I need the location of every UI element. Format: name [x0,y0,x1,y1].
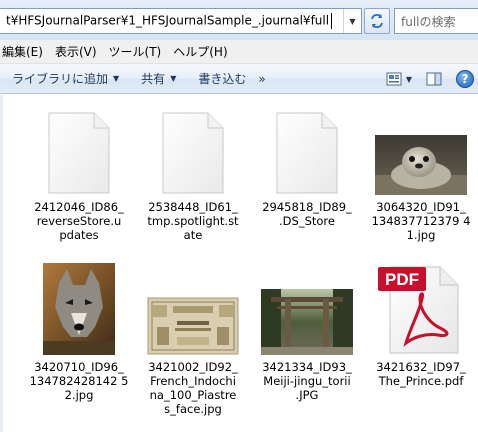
chevron-down-icon: ▼ [349,16,356,26]
burn-button[interactable]: 書き込む [198,70,246,87]
share-label: 共有 [141,72,166,86]
file-name: 3421632_ID97_ The_Prince.pdf [368,360,474,388]
file-grid: 2412046_ID86_ reverseStore.u pdates 2538… [22,105,478,432]
file-name-line: 2945818_ID89_ [262,200,352,214]
address-toolbar: t¥HFSJournalParser¥1_HFSJournalSample_.j… [0,0,478,40]
file-item[interactable]: 3421334_ID93_ Meiji-jingu_torii .JPG [250,265,364,432]
view-icon [386,72,402,86]
file-name-line: .JPG [295,388,319,402]
file-name: 3064320_ID91_ 134837712379 4 1.jpg [368,200,474,242]
file-name-line: 134782428142 5 [29,374,129,388]
file-item[interactable]: 2538448_ID61_ tmp.spotlight.st ate [136,105,250,265]
wolf-photo-thumbnail [43,263,115,355]
chevron-down-icon: ▼ [405,74,412,84]
more-commands-button[interactable]: » [258,72,265,86]
menu-help[interactable]: ヘルプ(H) [171,43,235,60]
svg-text:PDF: PDF [385,270,419,289]
add-to-library-label: ライブラリに追加 [12,72,109,86]
file-name-line: The_Prince.pdf [378,374,464,388]
seal-photo-thumbnail [375,135,467,195]
file-item[interactable]: 3064320_ID91_ 134837712379 4 1.jpg [364,105,478,265]
question-mark-icon: ? [461,72,469,86]
file-thumbnail [371,105,471,195]
file-thumbnail [257,105,357,195]
file-name-line: pdates [59,228,99,242]
file-name-line: s_face.jpg [164,402,222,416]
file-thumbnail [29,105,129,195]
file-name-line: 1.jpg [406,228,436,242]
file-name: 3421002_ID92_ French_Indochi na_100_Pias… [140,360,246,416]
file-view: 2412046_ID86_ reverseStore.u pdates 2538… [0,95,478,432]
chevron-down-icon: ▼ [113,74,120,83]
file-name-line: 3421334_ID93_ [262,360,352,374]
search-placeholder: fullの検索 [401,14,456,29]
preview-pane-button[interactable] [426,72,442,86]
file-name: 2538448_ID61_ tmp.spotlight.st ate [140,200,246,242]
file-name-line: na_100_Piastre [149,388,237,402]
burn-label: 書き込む [198,72,247,86]
file-thumbnail [143,265,243,355]
command-bar: ライブラリに追加 ▼ 共有 ▼ 書き込む » ▼ ? [0,64,478,94]
file-name-line: 2412046_ID86_ [34,200,124,214]
file-name-line: 2.jpg [64,388,94,402]
file-name-line: ate [183,228,203,242]
command-bar-right: ▼ ? [386,64,478,94]
menu-edit[interactable]: 編集(E) [0,43,51,60]
preview-pane-icon [426,72,442,86]
file-item[interactable]: 3421002_ID92_ French_Indochi na_100_Pias… [136,265,250,432]
pdf-icon: PDF [378,266,459,354]
file-name-line: tmp.spotlight.st [147,214,239,228]
refresh-button[interactable] [364,8,390,34]
address-bar[interactable]: t¥HFSJournalParser¥1_HFSJournalSample_.j… [0,8,362,34]
help-button[interactable]: ? [456,70,474,88]
address-path-text: t¥HFSJournalParser¥1_HFSJournalSample_.j… [6,13,330,28]
menu-tools[interactable]: ツール(T) [107,43,170,60]
refresh-icon [371,14,383,28]
file-item[interactable]: 2412046_ID86_ reverseStore.u pdates [22,105,136,265]
file-name-line: Meiji-jingu_torii [263,374,351,388]
more-label: » [258,71,266,86]
file-name-line: 3421002_ID92_ [148,360,238,374]
file-name-line: 3421632_ID97_ [376,360,466,374]
banknote-photo-thumbnail [147,297,239,355]
file-thumbnail [29,263,129,355]
file-name-line: French_Indochi [150,374,236,388]
file-thumbnail: PDF [371,265,471,355]
file-name-line: 134837712379 4 [371,214,471,228]
file-thumbnail [143,105,243,195]
blank-document-icon [276,112,338,194]
share-button[interactable]: 共有 ▼ [141,70,176,87]
file-name-line: 3064320_ID91_ [376,200,466,214]
file-name-line: .DS_Store [279,214,335,228]
file-name-line: reverseStore.u [36,214,122,228]
navigation-pane-edge [0,95,3,432]
add-to-library-button[interactable]: ライブラリに追加 ▼ [12,70,119,87]
address-path[interactable]: t¥HFSJournalParser¥1_HFSJournalSample_.j… [0,13,343,29]
file-thumbnail [257,265,357,355]
chevron-down-icon: ▼ [170,74,177,83]
change-view-button[interactable]: ▼ [386,72,412,86]
file-name-line: 3420710_ID96_ [34,360,124,374]
address-history-dropdown[interactable]: ▼ [343,9,361,33]
menu-view[interactable]: 表示(V) [53,43,105,60]
file-name-line: 2538448_ID61_ [148,200,238,214]
torii-photo-thumbnail [261,289,353,355]
file-name: 2412046_ID86_ reverseStore.u pdates [26,200,132,242]
file-name: 3420710_ID96_ 134782428142 5 2.jpg [26,360,132,402]
blank-document-icon [162,112,224,194]
blank-document-icon [48,112,110,194]
file-item[interactable]: PDF 3421632_ID97_ The_Prince.pdf [364,265,478,432]
menu-bar: 編集(E) 表示(V) ツール(T) ヘルプ(H) [0,40,478,64]
text-caret [331,13,333,29]
file-item[interactable]: 2945818_ID89_ .DS_Store [250,105,364,265]
search-input[interactable]: fullの検索 [394,8,478,34]
file-item[interactable]: 3420710_ID96_ 134782428142 5 2.jpg [22,263,136,432]
file-name: 3421334_ID93_ Meiji-jingu_torii .JPG [254,360,360,402]
file-name: 2945818_ID89_ .DS_Store [254,200,360,228]
